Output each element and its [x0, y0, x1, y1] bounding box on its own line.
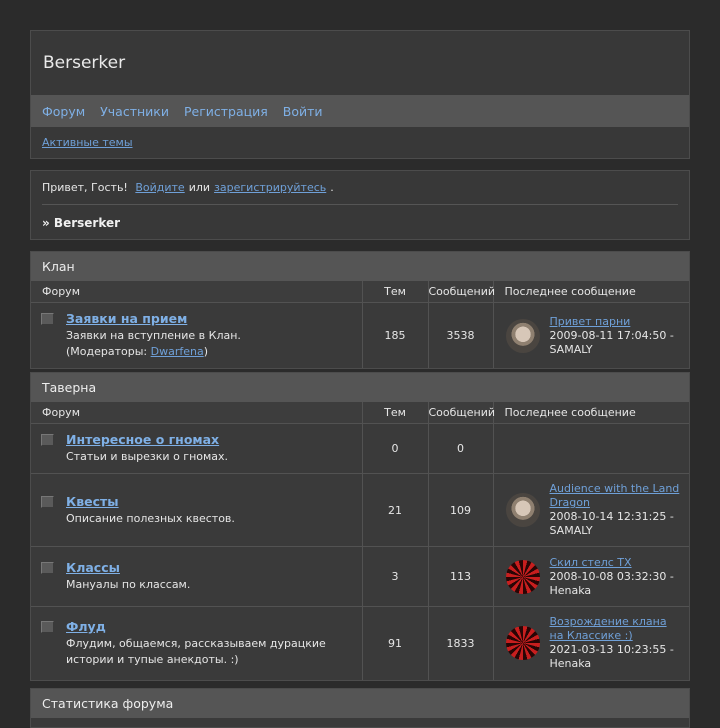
topics-count: 91: [362, 606, 429, 680]
greeting-line: Привет, Гость! Войдите или зарегистрируй…: [42, 171, 678, 205]
col-last-post: Последнее сообщение: [493, 281, 689, 303]
table-row: Заявки на прием Заявки на вступление в К…: [31, 302, 689, 368]
posts-count: 3538: [428, 302, 494, 368]
forum-description: Описание полезных квестов.: [66, 511, 235, 525]
main-nav: Форум Участники Регистрация Войти: [31, 95, 689, 127]
forum-table: Форум Тем Сообщений Последнее сообщение …: [31, 402, 689, 680]
nav-login[interactable]: Войти: [283, 104, 323, 119]
last-post-link[interactable]: Возрождение клана на Классике :): [550, 615, 684, 643]
table-row: Интересное о гномах Статьи и вырезки о г…: [31, 423, 689, 474]
breadcrumb: » Berserker: [42, 216, 121, 230]
col-forum: Форум: [31, 281, 363, 303]
register-link[interactable]: зарегистрируйтесь: [214, 181, 326, 194]
stats-title: Статистика форума: [31, 689, 689, 718]
last-post-date: 2009-08-11 17:04:50 -: [549, 328, 674, 342]
table-row: Классы Мануалы по классам. 3 113 Скил ст…: [31, 546, 689, 607]
moderators-end: ): [203, 345, 209, 358]
forum-status-icon: [41, 620, 54, 633]
col-posts: Сообщений: [428, 281, 495, 303]
col-topics: Тем: [362, 281, 429, 303]
nav-forum[interactable]: Форум: [42, 104, 85, 119]
forum-table: Форум Тем Сообщений Последнее сообщение …: [31, 281, 689, 368]
posts-count: 1833: [428, 606, 494, 680]
nav-members[interactable]: Участники: [100, 104, 169, 119]
avatar: [505, 626, 540, 661]
nav-register[interactable]: Регистрация: [184, 104, 268, 119]
category-tavern: Таверна Форум Тем Сообщений Последнее со…: [30, 372, 690, 681]
forum-status-icon: [41, 495, 54, 508]
last-post-author: Henaka: [549, 583, 592, 597]
category-title: Клан: [31, 252, 689, 281]
topics-count: 0: [362, 423, 429, 474]
topics-count: 21: [362, 473, 429, 547]
last-post-date: 2008-10-08 03:32:30 -: [549, 569, 674, 583]
last-post-author: SAMALY: [549, 524, 593, 537]
table-row: Квесты Описание полезных квестов. 21 109…: [31, 473, 689, 547]
sub-nav: Активные темы: [31, 127, 689, 158]
col-topics: Тем: [362, 402, 429, 424]
topics-count: 185: [362, 302, 429, 368]
moderators-label: (Модераторы:: [66, 345, 148, 358]
col-posts: Сообщений: [428, 402, 495, 424]
greeting-dot: .: [330, 181, 334, 194]
avatar: [505, 318, 540, 353]
posts-count: 113: [428, 546, 494, 607]
last-post-date: 2008-10-14 12:31:25 -: [549, 510, 674, 523]
category-clan: Клан Форум Тем Сообщений Последнее сообщ…: [30, 251, 690, 369]
last-post-empty: [493, 423, 689, 474]
last-post-author: Henaka: [549, 657, 592, 671]
forum-status-icon: [41, 434, 54, 446]
forum-description: Статьи и вырезки о гномах.: [66, 450, 229, 463]
last-post-link[interactable]: Audience with the Land Dragon: [550, 482, 684, 510]
forum-status-icon: [41, 313, 54, 325]
avatar: [505, 493, 540, 527]
forum-link[interactable]: Интересное о гномах: [66, 432, 354, 447]
forum-description: Флудим, общаемся, рассказываем дурацкие …: [66, 636, 326, 666]
site-title: Berserker: [43, 53, 126, 73]
forum-status-icon: [41, 562, 54, 574]
last-post-link[interactable]: Скил стелс ТХ: [550, 556, 674, 570]
greeting-or: или: [188, 181, 211, 194]
forum-link[interactable]: Флуд: [66, 619, 354, 634]
topics-count: 3: [362, 546, 429, 607]
posts-count: 0: [428, 423, 494, 474]
forum-link[interactable]: Квесты: [66, 494, 354, 509]
moderator-link[interactable]: Dwarfena: [151, 345, 204, 358]
forum-description: Мануалы по классам.: [66, 578, 191, 591]
avatar: [505, 559, 540, 594]
greeting-text: Привет, Гость!: [42, 181, 128, 194]
forum-link[interactable]: Классы: [66, 560, 354, 575]
login-link[interactable]: Войдите: [135, 181, 184, 194]
last-post-author: SAMALY: [549, 342, 593, 356]
last-post-link[interactable]: Привет парни: [550, 315, 674, 329]
forum-link[interactable]: Заявки на прием: [66, 311, 354, 326]
forum-description: Заявки на вступление в Клан.: [66, 329, 241, 342]
col-last-post: Последнее сообщение: [493, 402, 689, 424]
forum-moderators: (Модераторы: Dwarfena): [66, 344, 354, 360]
greeting-panel: Привет, Гость! Войдите или зарегистрируй…: [30, 170, 690, 240]
active-topics-link[interactable]: Активные темы: [42, 136, 133, 149]
site-header: Berserker Форум Участники Регистрация Во…: [30, 30, 690, 159]
forum-stats: Статистика форума: [30, 688, 690, 728]
col-forum: Форум: [31, 402, 363, 424]
last-post-date: 2021-03-13 10:23:55 -: [549, 643, 674, 657]
category-title: Таверна: [31, 373, 689, 402]
table-row: Флуд Флудим, общаемся, рассказываем дура…: [31, 606, 689, 680]
posts-count: 109: [428, 473, 494, 547]
